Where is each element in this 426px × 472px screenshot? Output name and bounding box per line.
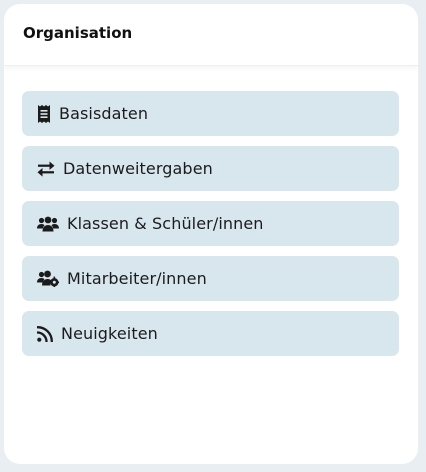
- menu-item-klassen-schueler[interactable]: Klassen & Schüler/innen: [22, 201, 399, 246]
- menu-item-datenweitergaben[interactable]: Datenweitergaben: [22, 146, 399, 191]
- rss-icon: [37, 325, 53, 342]
- exchange-arrows-icon: [37, 161, 55, 177]
- users-icon: [37, 216, 59, 232]
- menu-item-label: Mitarbeiter/innen: [67, 269, 207, 288]
- organisation-menu: Basisdaten Datenweitergaben Klassen & Sc…: [22, 91, 399, 366]
- users-cog-icon: [37, 270, 59, 287]
- receipt-icon: [37, 104, 51, 123]
- card-header: Organisation: [4, 4, 418, 66]
- card-title: Organisation: [23, 23, 133, 42]
- menu-item-mitarbeiter[interactable]: Mitarbeiter/innen: [22, 256, 399, 301]
- menu-item-basisdaten[interactable]: Basisdaten: [22, 91, 399, 136]
- menu-item-label: Klassen & Schüler/innen: [67, 214, 264, 233]
- menu-item-neuigkeiten[interactable]: Neuigkeiten: [22, 311, 399, 356]
- menu-item-label: Basisdaten: [59, 104, 149, 123]
- menu-item-label: Neuigkeiten: [61, 324, 158, 343]
- organisation-card: Organisation Basisdaten Datenweitergaben…: [4, 4, 418, 464]
- menu-item-label: Datenweitergaben: [63, 159, 213, 178]
